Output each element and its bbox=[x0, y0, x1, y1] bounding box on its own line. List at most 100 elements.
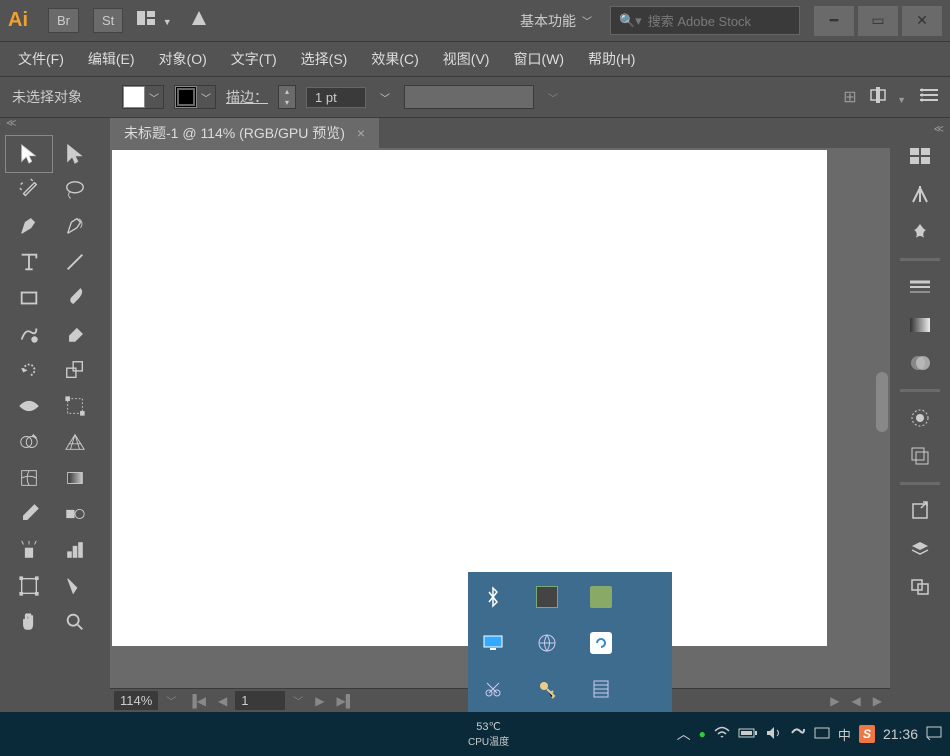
snip-icon[interactable] bbox=[482, 678, 504, 700]
spinner-up-icon[interactable]: ▴ bbox=[279, 86, 295, 97]
perspective-tool[interactable] bbox=[52, 424, 98, 460]
align-icon[interactable]: ▼ bbox=[871, 87, 906, 108]
globe-icon[interactable] bbox=[536, 632, 558, 654]
workspace-dropdown[interactable]: 基本功能 ﹀ bbox=[520, 11, 592, 31]
menu-object[interactable]: 对象(O) bbox=[149, 45, 217, 73]
sync-icon[interactable] bbox=[590, 632, 612, 654]
panel-collapse-icon[interactable]: ≪ bbox=[0, 118, 110, 130]
page-dropdown-icon[interactable]: ﹀ bbox=[289, 693, 307, 708]
monitor-icon[interactable] bbox=[482, 632, 504, 654]
menu-select[interactable]: 选择(S) bbox=[291, 45, 358, 73]
scroll-thumb[interactable] bbox=[876, 372, 888, 432]
scroll-end-icon[interactable]: ▶ bbox=[869, 694, 886, 708]
menu-type[interactable]: 文字(T) bbox=[221, 45, 287, 73]
fill-swatch[interactable]: ﹀ bbox=[122, 85, 164, 109]
graphic-styles-panel-icon[interactable] bbox=[900, 438, 940, 474]
maximize-button[interactable]: ▭ bbox=[858, 6, 898, 36]
gradient-tool[interactable] bbox=[52, 460, 98, 496]
line-tool[interactable] bbox=[52, 244, 98, 280]
curvature-tool[interactable] bbox=[52, 208, 98, 244]
sogou-icon[interactable]: S bbox=[859, 725, 875, 743]
key-icon[interactable] bbox=[536, 678, 558, 700]
tray-expand-icon[interactable]: ︿ bbox=[677, 724, 691, 744]
scroll-left-icon[interactable]: ◀ bbox=[848, 694, 865, 708]
width-tool[interactable] bbox=[6, 388, 52, 424]
notifications-icon[interactable] bbox=[926, 726, 942, 743]
spinner-down-icon[interactable]: ▾ bbox=[279, 97, 295, 108]
close-tab-icon[interactable]: × bbox=[357, 125, 365, 141]
free-transform-tool[interactable] bbox=[52, 388, 98, 424]
export-panel-icon[interactable] bbox=[900, 493, 940, 529]
page-input[interactable]: 1 bbox=[235, 691, 285, 710]
slice-tool[interactable] bbox=[52, 568, 98, 604]
brushes-panel-icon[interactable] bbox=[900, 176, 940, 212]
app-icon[interactable] bbox=[790, 725, 806, 744]
prev-page-icon[interactable]: ◀ bbox=[214, 694, 231, 708]
stroke-dropdown[interactable]: ﹀ bbox=[376, 90, 394, 105]
stroke-spinner[interactable]: ▴ ▾ bbox=[278, 85, 296, 109]
appearance-panel-icon[interactable] bbox=[900, 400, 940, 436]
first-page-icon[interactable]: ▐◀ bbox=[184, 694, 210, 708]
blend-tool[interactable] bbox=[52, 496, 98, 532]
graph-tool[interactable] bbox=[52, 532, 98, 568]
menu-view[interactable]: 视图(V) bbox=[433, 45, 500, 73]
close-button[interactable]: ✕ bbox=[902, 6, 942, 36]
wechat-icon[interactable]: ● bbox=[699, 727, 706, 741]
type-tool[interactable] bbox=[6, 244, 52, 280]
stroke-swatch[interactable]: ﹀ bbox=[174, 85, 216, 109]
clock[interactable]: 21:36 bbox=[883, 726, 918, 742]
layers-panel-icon[interactable] bbox=[900, 531, 940, 567]
symbols-panel-icon[interactable] bbox=[900, 214, 940, 250]
magic-wand-tool[interactable] bbox=[6, 172, 52, 208]
grid-icon[interactable]: ⊞ bbox=[843, 87, 856, 107]
bluetooth-icon[interactable] bbox=[482, 586, 504, 608]
eyedropper-tool[interactable] bbox=[6, 496, 52, 532]
mesh-tool[interactable] bbox=[6, 460, 52, 496]
zoom-dropdown-icon[interactable]: ﹀ bbox=[162, 693, 180, 708]
battery-icon[interactable] bbox=[738, 727, 758, 742]
stroke-label[interactable]: 描边： bbox=[226, 87, 268, 107]
paintbrush-tool[interactable] bbox=[52, 280, 98, 316]
document-tab[interactable]: 未标题-1 @ 114% (RGB/GPU 预览) × bbox=[110, 118, 379, 149]
vertical-scrollbar[interactable] bbox=[874, 172, 890, 672]
selection-tool[interactable] bbox=[6, 136, 52, 172]
bridge-button[interactable]: Br bbox=[48, 8, 79, 33]
volume-icon[interactable] bbox=[766, 726, 782, 743]
opacity-box[interactable] bbox=[404, 85, 534, 109]
hand-tool[interactable] bbox=[6, 604, 52, 640]
disk-icon[interactable] bbox=[590, 678, 612, 700]
last-page-icon[interactable]: ▶▌ bbox=[333, 694, 359, 708]
menu-edit[interactable]: 编辑(E) bbox=[78, 45, 145, 73]
panel-collapse-icon[interactable]: ≪ bbox=[934, 124, 950, 136]
next-page-icon[interactable]: ▶ bbox=[311, 694, 328, 708]
gpu-icon[interactable] bbox=[190, 9, 208, 32]
tablet-icon[interactable] bbox=[814, 727, 830, 742]
scale-tool[interactable] bbox=[52, 352, 98, 388]
menu-help[interactable]: 帮助(H) bbox=[578, 45, 645, 73]
cpu-temp-widget[interactable]: 53℃ CPU温度 bbox=[468, 720, 509, 748]
note-icon[interactable] bbox=[590, 586, 612, 608]
shaper-tool[interactable] bbox=[6, 316, 52, 352]
scroll-right-icon[interactable]: ▶ bbox=[826, 694, 843, 708]
nvidia-icon[interactable] bbox=[536, 586, 558, 608]
artboards-panel-icon[interactable] bbox=[900, 569, 940, 605]
menu-file[interactable]: 文件(F) bbox=[8, 45, 74, 73]
shape-builder-tool[interactable] bbox=[6, 424, 52, 460]
transparency-panel-icon[interactable] bbox=[900, 345, 940, 381]
pen-tool[interactable] bbox=[6, 208, 52, 244]
stroke-value-input[interactable]: 1 pt bbox=[306, 87, 366, 108]
search-stock-input[interactable]: 🔍▾ 搜索 Adobe Stock bbox=[610, 6, 800, 35]
zoom-tool[interactable] bbox=[52, 604, 98, 640]
artboard-tool[interactable] bbox=[6, 568, 52, 604]
lasso-tool[interactable] bbox=[52, 172, 98, 208]
menu-effect[interactable]: 效果(C) bbox=[361, 45, 428, 73]
symbol-sprayer-tool[interactable] bbox=[6, 532, 52, 568]
stock-button[interactable]: St bbox=[93, 8, 123, 33]
list-icon[interactable] bbox=[920, 88, 938, 107]
wifi-icon[interactable] bbox=[714, 726, 730, 743]
zoom-input[interactable]: 114% bbox=[114, 691, 158, 710]
minimize-button[interactable]: ━ bbox=[814, 6, 854, 36]
rectangle-tool[interactable] bbox=[6, 280, 52, 316]
ime-indicator[interactable]: 中 bbox=[838, 725, 851, 744]
gradient-panel-icon[interactable] bbox=[900, 307, 940, 343]
